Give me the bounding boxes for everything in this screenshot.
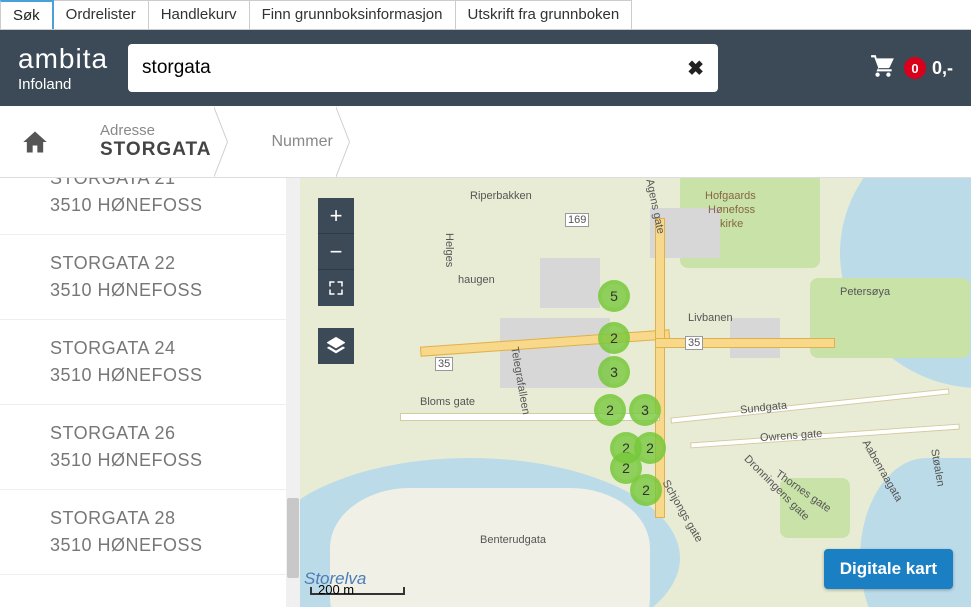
result-line2: 3510 HØNEFOSS [50, 535, 286, 556]
breadcrumb-label: Nummer [271, 133, 332, 151]
road-shield: 169 [565, 213, 589, 227]
map-label: Sundgata [740, 400, 788, 417]
brand: ambita Infoland [18, 45, 108, 92]
cart-total: 0,- [932, 58, 953, 79]
list-item[interactable]: STORGATA 22 3510 HØNEFOSS [0, 235, 286, 320]
scale-text: 200 m [318, 582, 354, 597]
map-label: haugen [458, 274, 495, 286]
breadcrumb: Adresse STORGATA Nummer [0, 106, 971, 178]
breadcrumb-address[interactable]: Adresse STORGATA [70, 106, 241, 177]
main: STORGATA 21 3510 HØNEFOSS STORGATA 22 35… [0, 178, 971, 607]
scroll-thumb[interactable] [287, 498, 299, 578]
tab-cart[interactable]: Handlekurv [149, 0, 250, 29]
breadcrumb-label: Adresse [100, 122, 211, 139]
tab-grunnbok-print[interactable]: Utskrift fra grunnboken [456, 0, 633, 29]
sidebar-scrollbar[interactable] [286, 178, 300, 607]
list-item[interactable]: STORGATA 24 3510 HØNEFOSS [0, 320, 286, 405]
search-box[interactable]: ✖ [128, 44, 718, 92]
results-list: STORGATA 21 3510 HØNEFOSS STORGATA 22 35… [0, 178, 286, 607]
tab-orders[interactable]: Ordrelister [54, 0, 149, 29]
digital-maps-button[interactable]: Digitale kart [824, 549, 953, 589]
scale-bar: Storelva 200 m [310, 569, 405, 595]
map-label: Bloms gate [420, 396, 475, 408]
zoom-in-button[interactable]: + [318, 198, 354, 234]
map-cluster[interactable]: 3 [629, 394, 661, 426]
list-item[interactable]: STORGATA 21 3510 HØNEFOSS [0, 178, 286, 235]
fullscreen-button[interactable] [318, 270, 354, 306]
cart-count-badge: 0 [904, 57, 926, 79]
result-line1: STORGATA 24 [50, 338, 286, 359]
map-cluster[interactable]: 2 [594, 394, 626, 426]
result-line2: 3510 HØNEFOSS [50, 450, 286, 471]
cart-icon [868, 53, 898, 84]
cart-button[interactable]: 0 0,- [868, 53, 953, 84]
result-line1: STORGATA 22 [50, 253, 286, 274]
result-line2: 3510 HØNEFOSS [50, 195, 286, 216]
list-item[interactable]: STORGATA 26 3510 HØNEFOSS [0, 405, 286, 490]
map-label: Petersøya [840, 286, 890, 298]
map-canvas[interactable]: Riperbakken haugen Helges Bloms gate Tel… [300, 178, 971, 607]
road-shield: 35 [685, 336, 703, 350]
layers-button[interactable] [318, 328, 354, 364]
zoom-controls: + − [318, 198, 354, 306]
tab-grunnbok-info[interactable]: Finn grunnboksinformasjon [250, 0, 456, 29]
result-line1: STORGATA 21 [50, 178, 286, 189]
result-line1: STORGATA 28 [50, 508, 286, 529]
tab-search[interactable]: Søk [0, 0, 54, 29]
breadcrumb-number[interactable]: Nummer [241, 106, 362, 177]
map-label: Riperbakken [470, 190, 532, 202]
map-label: Owrens gate [760, 428, 823, 444]
top-tabs: Søk Ordrelister Handlekurv Finn grunnbok… [0, 0, 971, 30]
brand-product: Infoland [18, 77, 108, 92]
map-label: Helges [443, 233, 455, 267]
home-icon[interactable] [0, 128, 70, 156]
map-cluster[interactable]: 2 [630, 474, 662, 506]
list-item[interactable]: STORGATA 28 3510 HØNEFOSS [0, 490, 286, 575]
zoom-out-button[interactable]: − [318, 234, 354, 270]
map-cluster[interactable]: 5 [598, 280, 630, 312]
map-label: Hofgaards [705, 190, 756, 202]
result-line2: 3510 HØNEFOSS [50, 365, 286, 386]
result-line2: 3510 HØNEFOSS [50, 280, 286, 301]
map[interactable]: Riperbakken haugen Helges Bloms gate Tel… [300, 178, 971, 607]
road-shield: 35 [435, 357, 453, 371]
map-cluster[interactable]: 2 [598, 322, 630, 354]
map-label: kirke [720, 218, 743, 230]
map-label: Hønefoss [708, 204, 755, 216]
map-label: Agens gate [643, 178, 666, 235]
map-cluster[interactable]: 3 [598, 356, 630, 388]
breadcrumb-value: STORGATA [100, 139, 211, 161]
header-bar: ambita Infoland ✖ 0 0,- [0, 30, 971, 106]
brand-name: ambita [18, 45, 108, 73]
search-input[interactable] [142, 57, 687, 79]
map-label: Benterudgata [480, 534, 546, 546]
close-icon[interactable]: ✖ [687, 56, 704, 81]
result-line1: STORGATA 26 [50, 423, 286, 444]
sidebar-wrap: STORGATA 21 3510 HØNEFOSS STORGATA 22 35… [0, 178, 300, 607]
map-label: Livbanen [688, 312, 733, 324]
